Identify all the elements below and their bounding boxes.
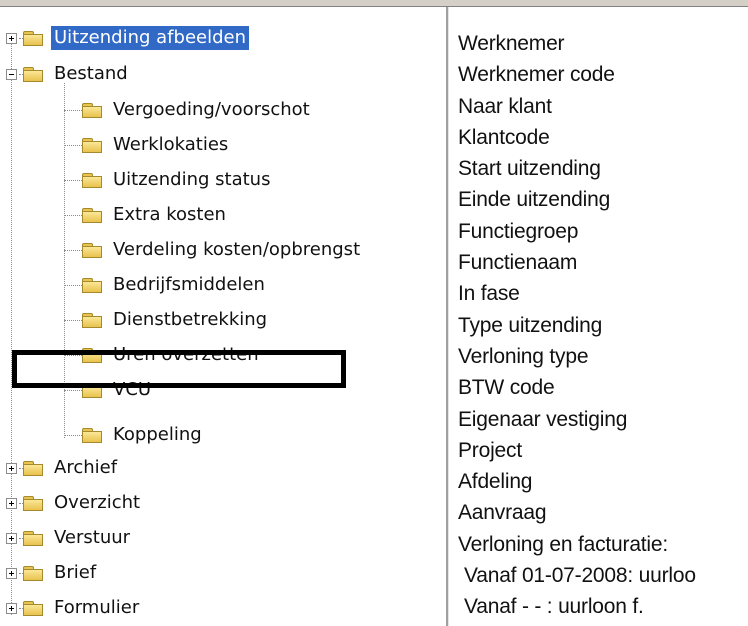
window-top-border: [0, 0, 748, 7]
tree-item-koppeling[interactable]: Koppeling: [64, 420, 205, 450]
tree-view[interactable]: Uitzending afbeelden Bestand Vergoeding/…: [0, 7, 446, 626]
tree-item-verstuur[interactable]: Verstuur: [6, 523, 133, 553]
expand-icon[interactable]: [6, 497, 17, 509]
expand-icon[interactable]: [6, 32, 17, 44]
tree-connector: [64, 144, 82, 146]
tree-item-label: Dienstbetrekking: [113, 309, 268, 330]
tree-item-dienstbetrekking[interactable]: Dienstbetrekking: [64, 305, 270, 335]
tree-connector: [64, 284, 82, 286]
tree-connector: [64, 389, 82, 391]
field-label: Werknemer: [458, 32, 565, 55]
tree-connector: [64, 354, 82, 356]
field-label: In fase: [458, 282, 520, 306]
folder-icon: [82, 137, 102, 153]
field-label: Aanvraag: [458, 501, 547, 525]
field-label: Type uitzending: [458, 313, 603, 337]
field-label: Functiegroep: [458, 219, 579, 243]
tree-item-label: Verstuur: [54, 527, 131, 548]
tree-item-uren-overzetten[interactable]: Uren overzetten: [64, 340, 262, 370]
field-label: Vanaf - - : uurloon f.: [464, 595, 644, 619]
tree-connector: [64, 249, 82, 251]
tree-item-bestand[interactable]: Bestand: [6, 59, 131, 89]
folder-icon: [23, 495, 43, 511]
tree-item-label: Archief: [54, 457, 118, 478]
expand-icon[interactable]: [6, 602, 17, 614]
field-label: Start uitzending: [458, 157, 601, 181]
tree-item-archief[interactable]: Archief: [6, 453, 120, 483]
tree-connector: [64, 319, 82, 321]
field-label: Verloning en facturatie:: [458, 532, 669, 556]
folder-icon: [82, 242, 102, 258]
field-label: Werknemer code: [458, 63, 615, 87]
tree-item-vcu[interactable]: VCU: [64, 375, 154, 405]
folder-icon: [82, 427, 102, 443]
tree-item-vergoeding-voorschot[interactable]: Vergoeding/voorschot: [64, 95, 313, 125]
folder-icon: [82, 172, 102, 188]
field-label: Eigenaar vestiging: [458, 407, 628, 431]
folder-icon: [82, 277, 102, 293]
tree-item-label: VCU: [113, 379, 152, 400]
tree-item-label: Uren overzetten: [113, 344, 259, 365]
folder-icon: [23, 66, 43, 82]
field-label: Einde uitzending: [458, 188, 611, 212]
folder-icon: [23, 460, 43, 476]
expand-icon[interactable]: [6, 567, 17, 579]
tree-item-label: Verdeling kosten/opbrengst: [113, 239, 361, 260]
tree-item-bedrijfsmiddelen[interactable]: Bedrijfsmiddelen: [64, 270, 268, 300]
field-label: Project: [458, 438, 522, 462]
tree-item-overzicht[interactable]: Overzicht: [6, 488, 143, 518]
field-label: Klantcode: [458, 125, 550, 149]
tree-item-label: Uitzending afbeelden: [51, 26, 249, 50]
expand-icon[interactable]: [6, 532, 17, 544]
tree-item-label: Werklokaties: [113, 134, 229, 155]
tree-connector: [64, 109, 82, 111]
folder-icon: [82, 102, 102, 118]
details-panel: Werknemer Werknemer code Naar klant Klan…: [458, 28, 748, 623]
tree-connector: [64, 179, 82, 181]
folder-icon: [82, 207, 102, 223]
folder-icon: [82, 382, 102, 398]
field-label: Vanaf 01-07-2008: uurloo: [464, 564, 696, 588]
field-label: Afdeling: [458, 470, 533, 494]
tree-item-label: Koppeling: [113, 424, 202, 445]
folder-icon: [23, 530, 43, 546]
folder-icon: [23, 30, 43, 46]
tree-connector: [64, 214, 82, 216]
tree-item-brief[interactable]: Brief: [6, 558, 99, 588]
tree-item-werklokaties[interactable]: Werklokaties: [64, 130, 231, 160]
tree-item-extra-kosten[interactable]: Extra kosten: [64, 200, 229, 230]
collapse-icon[interactable]: [6, 68, 17, 80]
tree-item-label: Bestand: [54, 63, 128, 84]
expand-icon[interactable]: [6, 462, 17, 474]
folder-icon: [82, 347, 102, 363]
field-label: Functienaam: [458, 251, 578, 275]
folder-icon: [23, 600, 43, 616]
tree-item-label: Formulier: [54, 597, 140, 618]
tree-item-formulier[interactable]: Formulier: [6, 593, 142, 623]
field-label: Naar klant: [458, 94, 552, 118]
field-label: BTW code: [458, 376, 555, 400]
field-label: Verloning type: [458, 344, 589, 368]
tree-item-label: Extra kosten: [113, 204, 226, 225]
pane-splitter[interactable]: [446, 7, 449, 626]
tree-item-label: Uitzending status: [113, 169, 271, 190]
tree-item-verdeling-kosten-opbrengst[interactable]: Verdeling kosten/opbrengst: [64, 235, 363, 265]
folder-icon: [23, 565, 43, 581]
tree-connector: [64, 434, 82, 436]
tree-item-label: Bedrijfsmiddelen: [113, 274, 265, 295]
tree-item-label: Vergoeding/voorschot: [113, 99, 310, 120]
tree-item-label: Brief: [54, 562, 97, 583]
tree-item-label: Overzicht: [54, 492, 141, 513]
folder-icon: [82, 312, 102, 328]
tree-item-uitzending-status[interactable]: Uitzending status: [64, 165, 273, 195]
tree-item-uitzending-afbeelden[interactable]: Uitzending afbeelden: [6, 23, 249, 53]
